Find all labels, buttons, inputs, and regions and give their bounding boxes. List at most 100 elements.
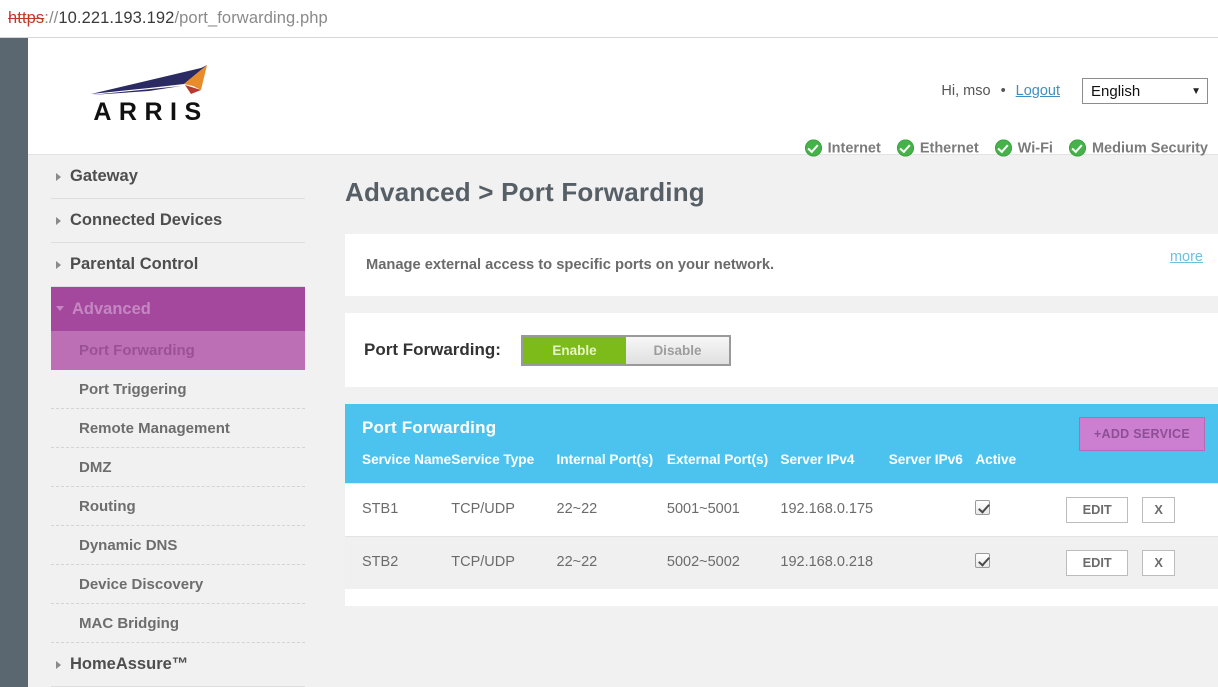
arris-logo: ARRIS: [61, 64, 241, 126]
table-row: STB2 TCP/UDP 22~22 5002~5002 192.168.0.2…: [345, 536, 1218, 590]
arris-wordmark: ARRIS: [93, 98, 209, 126]
delete-button[interactable]: X: [1142, 497, 1176, 524]
sidebar-item-remote-management[interactable]: Remote Management: [51, 409, 305, 448]
sidebar-item-mac-bridging[interactable]: MAC Bridging: [51, 604, 305, 643]
status-item-internet: Internet: [804, 139, 881, 157]
cell-service-type: TCP/UDP: [451, 536, 557, 590]
sidebar-item-port-forwarding[interactable]: Port Forwarding: [51, 331, 305, 370]
sidebar-item-advanced[interactable]: Advanced: [51, 287, 305, 331]
more-link[interactable]: more: [1170, 249, 1203, 265]
url-scheme: https: [8, 9, 45, 27]
greeting-separator: •: [1000, 83, 1006, 99]
status-item-ethernet: Ethernet: [896, 139, 979, 157]
cell-service-type: TCP/UDP: [451, 483, 557, 537]
sidebar-nav: Gateway Connected Devices Parental Contr…: [51, 155, 305, 687]
port-forwarding-toggle-card: Port Forwarding: Enable Disable: [345, 313, 1218, 387]
cell-actions: EDIT X: [1066, 536, 1218, 590]
check-circle-icon: [994, 139, 1012, 157]
cell-server-ipv4: 192.168.0.218: [780, 536, 889, 590]
cell-service-name: STB2: [345, 536, 452, 590]
add-service-button[interactable]: +ADD SERVICE: [1078, 417, 1205, 451]
sidebar-item-label: Dynamic DNS: [79, 536, 178, 554]
sidebar-item-routing[interactable]: Routing: [51, 487, 305, 526]
url-separator: ://: [44, 9, 59, 27]
sidebar-item-label: DMZ: [79, 458, 112, 476]
site-header: ARRIS Hi, mso • Logout English ▼ Interne…: [28, 38, 1218, 157]
sidebar-item-label: MAC Bridging: [79, 614, 179, 632]
page-root: https://10.221.193.192/port_forwarding.p…: [0, 0, 1218, 687]
column-header-server-ipv4: Server IPv4: [780, 438, 889, 484]
disable-button[interactable]: Disable: [625, 336, 729, 364]
logout-link[interactable]: Logout: [1016, 83, 1060, 99]
sidebar-item-label: HomeAssure™: [70, 655, 189, 673]
router-admin-page: ARRIS Hi, mso • Logout English ▼ Interne…: [28, 38, 1218, 687]
enable-button[interactable]: Enable: [522, 336, 626, 364]
table-header-bar: Port Forwarding +ADD SERVICE: [345, 404, 1218, 451]
cell-external-ports: 5002~5002: [666, 536, 781, 590]
cell-internal-ports: 22~22: [556, 536, 667, 590]
cell-actions: EDIT X: [1066, 483, 1218, 537]
sidebar-item-label: Port Triggering: [79, 380, 187, 398]
page-body: Gateway Connected Devices Parental Contr…: [28, 155, 1218, 687]
enable-disable-toggle[interactable]: Enable Disable: [520, 334, 731, 366]
sidebar-item-dmz[interactable]: DMZ: [51, 448, 305, 487]
description-text: Manage external access to specific ports…: [366, 257, 775, 273]
check-circle-icon: [804, 139, 822, 157]
sidebar-item-dynamic-dns[interactable]: Dynamic DNS: [51, 526, 305, 565]
active-checkbox[interactable]: [975, 552, 991, 568]
table-row: STB1 TCP/UDP 22~22 5001~5001 192.168.0.1…: [345, 483, 1218, 537]
cell-server-ipv6: [888, 536, 976, 590]
cell-active: [975, 536, 1067, 590]
sidebar-item-parental-control[interactable]: Parental Control: [51, 243, 305, 287]
column-header-internal-ports: Internal Port(s): [556, 438, 667, 484]
greeting-text: Hi, mso: [941, 83, 991, 99]
sidebar-item-device-discovery[interactable]: Device Discovery: [51, 565, 305, 604]
browser-url-bar[interactable]: https://10.221.193.192/port_forwarding.p…: [0, 0, 1218, 38]
sidebar-item-connected-devices[interactable]: Connected Devices: [51, 199, 305, 243]
page-title: Advanced > Port Forwarding: [345, 177, 705, 207]
toggle-label: Port Forwarding:: [364, 340, 501, 359]
edit-button[interactable]: EDIT: [1066, 550, 1129, 577]
sidebar-item-label: Connected Devices: [70, 211, 223, 229]
port-forwarding-table-card: Port Forwarding +ADD SERVICE Service Nam…: [345, 404, 1218, 607]
port-forwarding-table: Service Name Service Type Internal Port(…: [345, 438, 1218, 590]
column-header-active: Active: [975, 438, 1067, 484]
active-checkbox[interactable]: [975, 499, 991, 515]
sidebar-item-label: Device Discovery: [79, 575, 204, 593]
status-label: Medium Security: [1091, 140, 1208, 156]
cell-internal-ports: 22~22: [556, 483, 667, 537]
language-select[interactable]: English ▼: [1082, 78, 1208, 104]
description-card: Manage external access to specific ports…: [345, 234, 1218, 296]
cell-server-ipv4: 192.168.0.175: [780, 483, 889, 537]
chevron-right-icon: [56, 660, 61, 669]
sidebar-item-label: Gateway: [70, 167, 138, 185]
chevron-right-icon: [56, 172, 61, 181]
url-path: /port_forwarding.php: [174, 9, 328, 27]
edit-button[interactable]: EDIT: [1066, 497, 1129, 524]
account-row: Hi, mso • Logout English ▼: [941, 78, 1208, 104]
table-footer-spacer: [345, 589, 1218, 607]
column-header-service-name: Service Name: [345, 438, 452, 484]
status-item-wifi: Wi-Fi: [994, 139, 1053, 157]
status-label: Ethernet: [919, 140, 979, 156]
sidebar-item-gateway[interactable]: Gateway: [51, 155, 305, 199]
url-host: 10.221.193.192: [58, 9, 175, 27]
main-content: Advanced > Port Forwarding Manage extern…: [321, 155, 1218, 607]
status-indicator-row: Internet Ethernet Wi-Fi Medium Security: [804, 139, 1208, 157]
sidebar-item-label: Remote Management: [79, 419, 230, 437]
chevron-right-icon: [56, 216, 61, 225]
sidebar-item-label: Port Forwarding: [79, 342, 195, 359]
sidebar-item-homeassure[interactable]: HomeAssure™: [51, 643, 305, 687]
status-label: Internet: [827, 140, 881, 156]
delete-button[interactable]: X: [1142, 550, 1176, 577]
column-header-service-type: Service Type: [451, 438, 557, 484]
browser-left-rail: [0, 38, 28, 687]
sidebar-item-label: Parental Control: [70, 255, 199, 273]
chevron-down-icon: [56, 306, 64, 315]
sidebar-item-label: Routing: [79, 497, 136, 515]
arris-swoosh-icon: [91, 65, 207, 95]
sidebar-item-port-triggering[interactable]: Port Triggering: [51, 370, 305, 409]
table-body: STB1 TCP/UDP 22~22 5001~5001 192.168.0.1…: [345, 483, 1218, 590]
column-header-external-ports: External Port(s): [666, 438, 781, 484]
chevron-down-icon: ▼: [1191, 85, 1201, 97]
